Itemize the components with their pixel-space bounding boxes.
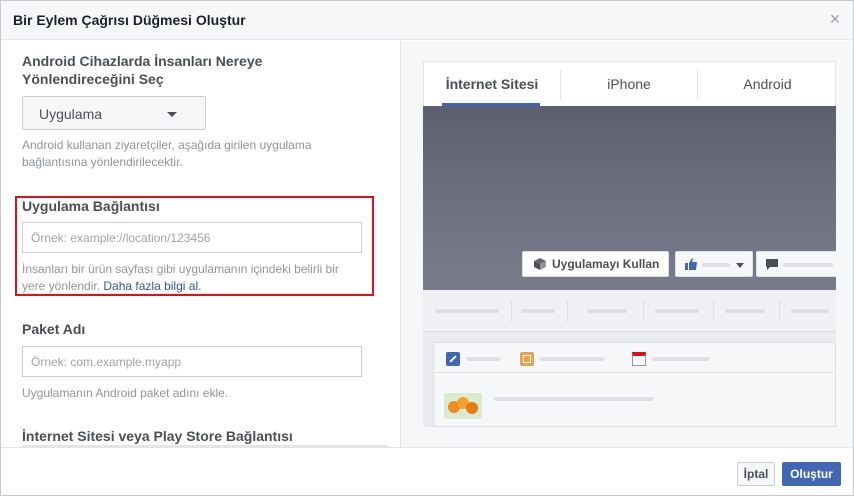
android-section-title-line1: Android Cihazlarda İnsanları Nereye — [22, 53, 263, 69]
app-link-helper-line1: İnsanları bir ürün sayfası gibi uygulama… — [22, 262, 339, 276]
tab-website-label: İnternet Sitesi — [445, 76, 539, 92]
dialog: Bir Eylem Çağrısı Düğmesi Oluştur × Andr… — [0, 0, 854, 496]
nav-placeholder — [791, 309, 829, 313]
package-helper: Uygulamanın Android paket adını ekle. — [22, 386, 229, 400]
pencil-icon — [446, 352, 460, 366]
composer-placeholder — [494, 397, 654, 401]
nav-placeholder — [725, 309, 765, 313]
nav-placeholder — [435, 309, 499, 313]
message-label-placeholder — [783, 263, 833, 267]
cancel-button[interactable]: İptal — [737, 462, 775, 486]
learn-more-link[interactable]: Daha fazla bilgi al. — [103, 279, 201, 293]
calendar-icon — [632, 352, 646, 366]
app-link-input-wrapper — [22, 222, 362, 253]
like-button-preview — [675, 251, 753, 277]
thumbs-up-icon — [685, 258, 697, 270]
website-section-title: İnternet Sitesi veya Play Store Bağlantı… — [22, 428, 293, 444]
app-link-title: Uygulama Bağlantısı — [22, 198, 160, 214]
package-name-input[interactable] — [23, 347, 361, 376]
preview-panel: İnternet Sitesi iPhone Android Uygulamay… — [401, 41, 853, 447]
android-section-title-line2: Yönlendireceğini Seç — [22, 71, 164, 87]
android-helper-line1: Android kullanan ziyaretçiler, aşağıda g… — [22, 138, 312, 152]
composer-tabs — [434, 343, 836, 373]
nav-placeholder — [655, 309, 699, 313]
nav-placeholder — [587, 309, 627, 313]
nav-separator — [643, 300, 644, 322]
nav-placeholder — [521, 309, 555, 313]
cta-preview-label: Uygulamayı Kullan — [552, 257, 660, 271]
app-link-input[interactable] — [23, 223, 361, 252]
nav-separator — [779, 300, 780, 322]
composer-placeholder — [540, 357, 604, 361]
package-input-wrapper — [22, 346, 362, 377]
app-link-helper-line2: yere yönlendir. Daha fazla bilgi al. — [22, 277, 201, 295]
tab-website[interactable]: İnternet Sitesi — [424, 62, 560, 107]
preview-tabs: İnternet Sitesi iPhone Android — [423, 61, 836, 106]
nav-separator — [713, 300, 714, 322]
composer-placeholder — [652, 357, 710, 361]
tab-android[interactable]: Android — [698, 62, 837, 107]
cta-preview-button[interactable]: Uygulamayı Kullan — [522, 251, 669, 277]
message-button-preview — [756, 251, 836, 277]
post-composer-preview — [433, 342, 836, 427]
package-name-title: Paket Adı — [22, 321, 86, 337]
dropdown-selected-value: Uygulama — [39, 106, 103, 122]
app-link-helper-text: yere yönlendir. — [22, 279, 101, 293]
settings-panel: Android Cihazlarda İnsanları Nereye Yönl… — [1, 41, 400, 447]
tab-iphone[interactable]: iPhone — [561, 62, 697, 107]
chevron-down-icon — [167, 112, 177, 117]
chevron-down-icon — [736, 263, 744, 268]
android-destination-dropdown[interactable]: Uygulama — [22, 96, 206, 130]
page-preview: Uygulamayı Kullan — [423, 106, 836, 427]
page-avatar-icon — [444, 393, 482, 419]
page-nav-bar — [423, 290, 836, 332]
cube-icon — [534, 258, 546, 270]
android-helper-line2: bağlantısına yönlendirilecektir. — [22, 155, 183, 169]
nav-separator — [567, 300, 568, 322]
create-button[interactable]: Oluştur — [782, 462, 841, 486]
close-icon[interactable]: × — [827, 10, 843, 28]
tab-android-label: Android — [743, 76, 792, 92]
message-icon — [766, 259, 778, 270]
like-count-placeholder — [702, 263, 730, 267]
dialog-footer: İptal Oluştur — [1, 447, 853, 495]
dialog-title: Bir Eylem Çağrısı Düğmesi Oluştur — [13, 12, 246, 28]
dialog-header: Bir Eylem Çağrısı Düğmesi Oluştur × — [1, 1, 853, 40]
photo-icon — [520, 352, 534, 366]
tab-iphone-label: iPhone — [607, 76, 651, 92]
nav-separator — [511, 300, 512, 322]
composer-placeholder — [466, 357, 500, 361]
